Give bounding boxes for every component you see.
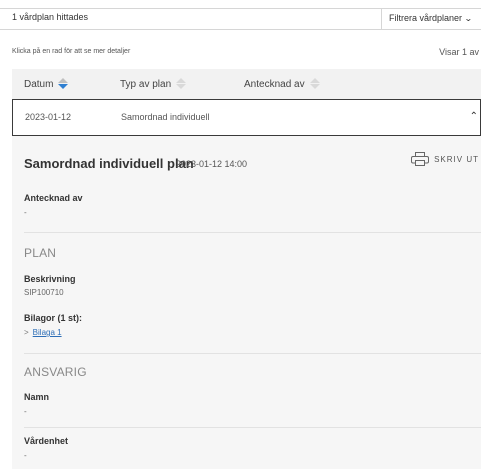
- sort-descending-icon: [58, 78, 69, 90]
- print-button[interactable]: SKRIV UT: [411, 152, 479, 166]
- care-unit-value: -: [24, 451, 27, 460]
- author-label: Antecknad av: [24, 193, 83, 203]
- table-header: Datum Typ av plan Antecknad av: [12, 69, 481, 99]
- results-toolbar: 1 vårdplan hittades Filtrera vårdplaner ⌄: [0, 8, 481, 30]
- column-label: Antecknad av: [244, 78, 305, 90]
- filter-label: Filtrera vårdplaner: [389, 13, 463, 23]
- description-value: SIP100710: [24, 288, 64, 297]
- chevron-right-icon: >: [24, 328, 29, 337]
- section-responsible: ANSVARIG: [24, 365, 87, 379]
- print-label: SKRIV UT: [434, 154, 479, 164]
- care-unit-label: Vårdenhet: [24, 436, 69, 446]
- detail-datetime: 2023-01-12 14:00: [176, 159, 248, 169]
- divider: [24, 427, 481, 428]
- attachments-label: Bilagor (1 st):: [24, 313, 83, 323]
- column-label: Typ av plan: [120, 78, 172, 90]
- filter-care-plans-dropdown[interactable]: Filtrera vårdplaner ⌄: [381, 9, 481, 29]
- name-value: -: [24, 407, 27, 416]
- attachment-name: Bilaga 1: [32, 328, 62, 337]
- chevron-down-icon: ⌄: [464, 14, 473, 23]
- plan-detail-panel: Samordnad individuell plan 2023-01-12 14…: [12, 136, 481, 469]
- sort-icon: [309, 78, 320, 90]
- row-date: 2023-01-12: [25, 112, 72, 122]
- column-header-date[interactable]: Datum: [24, 78, 69, 90]
- row-click-hint: Klicka på en rad för att se mer detaljer: [12, 48, 131, 55]
- name-label: Namn: [24, 392, 50, 402]
- column-label: Datum: [24, 78, 54, 90]
- section-plan: PLAN: [24, 246, 57, 260]
- result-count: 1 vårdplan hittades: [12, 12, 89, 22]
- pagination-info: Visar 1 av: [439, 47, 479, 57]
- chevron-up-icon[interactable]: ⌃: [470, 111, 478, 122]
- column-header-author[interactable]: Antecknad av: [244, 78, 320, 90]
- table-row[interactable]: 2023-01-12 Samordnad individuell ⌃: [12, 99, 481, 136]
- divider: [24, 232, 481, 233]
- sort-icon: [176, 78, 187, 90]
- divider: [24, 353, 481, 354]
- column-header-plan-type[interactable]: Typ av plan: [120, 78, 187, 90]
- description-label: Beskrivning: [24, 274, 76, 284]
- row-plan-type: Samordnad individuell: [121, 112, 210, 122]
- detail-title: Samordnad individuell plan: [24, 156, 194, 171]
- attachment-link[interactable]: > Bilaga 1: [24, 328, 62, 337]
- printer-icon: [411, 152, 430, 166]
- author-value: -: [24, 208, 27, 217]
